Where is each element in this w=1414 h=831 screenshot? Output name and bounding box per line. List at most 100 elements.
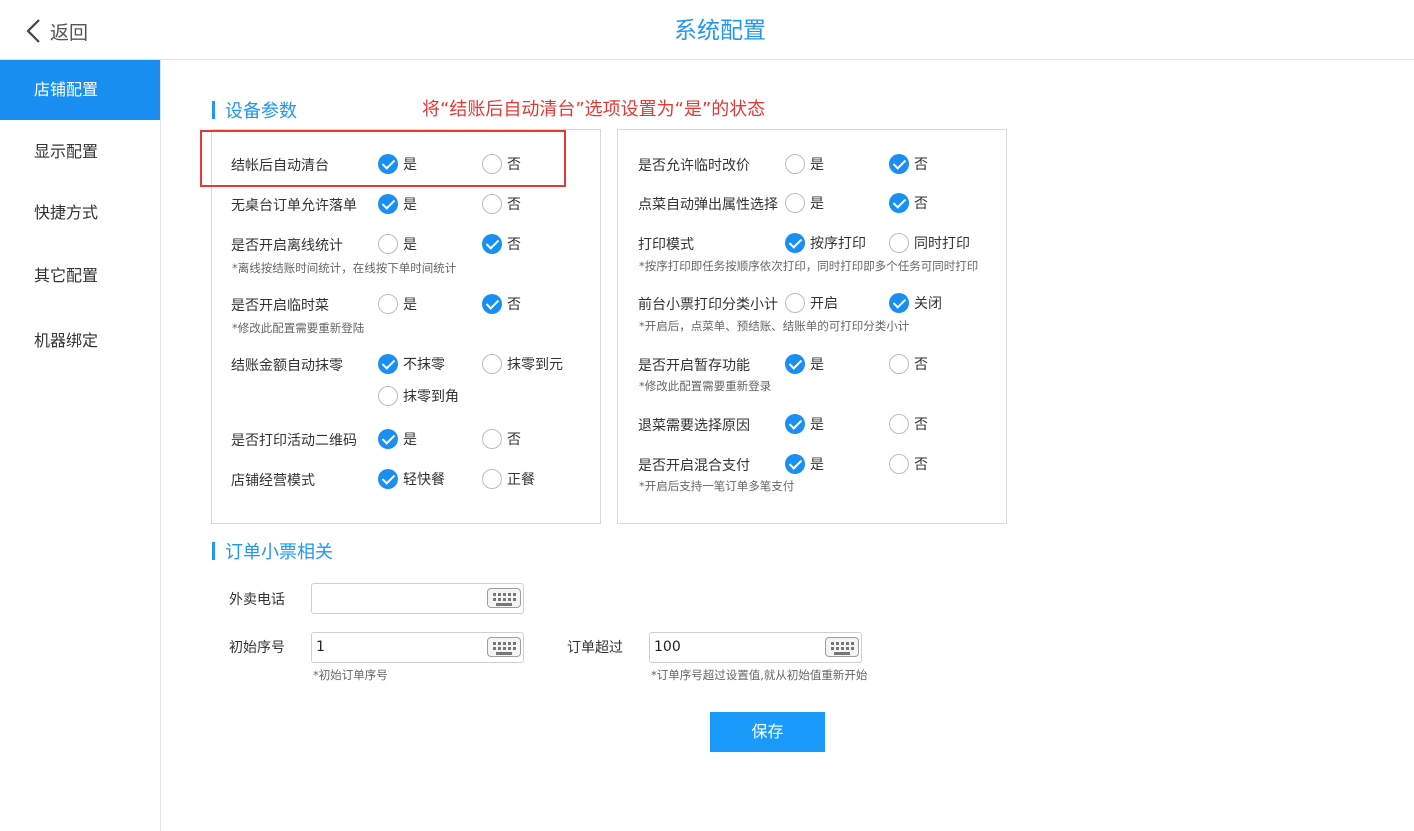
highlight-box <box>200 130 566 187</box>
left-setting-option[interactable]: 是 <box>378 429 417 449</box>
option-label: 同时打印 <box>914 236 970 252</box>
radio-checked-icon[interactable] <box>889 154 909 174</box>
radio-unchecked-icon[interactable] <box>785 193 805 213</box>
sidebar-item-shortcuts[interactable]: 快捷方式 <box>0 183 160 243</box>
right-setting-option[interactable]: 按序打印 <box>785 233 866 253</box>
delivery-phone-label: 外卖电话 <box>229 592 285 608</box>
left-setting-label: 是否开启临时菜 <box>231 298 329 314</box>
option-label: 否 <box>507 197 521 213</box>
delivery-phone-input[interactable] <box>311 583 524 614</box>
option-label: 不抹零 <box>403 357 445 373</box>
left-setting-option[interactable]: 否 <box>482 234 521 254</box>
sidebar-item-display-config[interactable]: 显示配置 <box>0 122 160 182</box>
radio-unchecked-icon[interactable] <box>889 354 909 374</box>
keyboard-icon[interactable] <box>487 588 521 608</box>
left-setting-option[interactable]: 抹零到角 <box>378 386 459 406</box>
right-setting-option[interactable]: 同时打印 <box>889 233 970 253</box>
option-label: 按序打印 <box>810 236 866 252</box>
radio-checked-icon[interactable] <box>785 233 805 253</box>
order-exceed-input[interactable]: 100 <box>649 632 862 663</box>
right-setting-option[interactable]: 是 <box>785 454 824 474</box>
option-label: 是 <box>403 432 417 448</box>
keyboard-icon[interactable] <box>487 637 521 657</box>
sidebar-item-machine-binding[interactable]: 机器绑定 <box>0 311 160 371</box>
radio-checked-icon[interactable] <box>785 354 805 374</box>
radio-checked-icon[interactable] <box>482 234 502 254</box>
left-setting-option[interactable]: 正餐 <box>482 469 535 489</box>
option-label: 轻快餐 <box>403 472 445 488</box>
option-label: 是 <box>810 457 824 473</box>
radio-unchecked-icon[interactable] <box>378 234 398 254</box>
radio-checked-icon[interactable] <box>378 194 398 214</box>
right-setting-option[interactable]: 是 <box>785 154 824 174</box>
right-setting-option[interactable]: 否 <box>889 354 928 374</box>
radio-unchecked-icon[interactable] <box>785 154 805 174</box>
right-setting-option[interactable]: 是 <box>785 414 824 434</box>
option-label: 否 <box>507 432 521 448</box>
left-setting-option[interactable]: 否 <box>482 194 521 214</box>
radio-checked-icon[interactable] <box>785 454 805 474</box>
radio-unchecked-icon[interactable] <box>482 429 502 449</box>
radio-checked-icon[interactable] <box>785 414 805 434</box>
right-setting-note: *开启后，点菜单、预结账、结账单的可打印分类小计 <box>639 319 910 333</box>
start-seq-label: 初始序号 <box>229 640 285 656</box>
right-setting-note: *修改此配置需要重新登录 <box>639 379 772 393</box>
radio-checked-icon[interactable] <box>378 429 398 449</box>
save-button[interactable]: 保存 <box>710 712 825 752</box>
radio-checked-icon[interactable] <box>378 469 398 489</box>
right-setting-option[interactable]: 关闭 <box>889 293 942 313</box>
left-setting-option[interactable]: 否 <box>482 429 521 449</box>
radio-unchecked-icon[interactable] <box>785 293 805 313</box>
start-seq-input[interactable]: 1 <box>311 632 524 663</box>
instruction-hint: 将“结账后自动清台”选项设置为“是”的状态 <box>422 99 766 120</box>
radio-unchecked-icon[interactable] <box>482 469 502 489</box>
option-label: 正餐 <box>507 472 535 488</box>
right-setting-option[interactable]: 是 <box>785 193 824 213</box>
option-label: 开启 <box>810 296 838 312</box>
sidebar-item-other-config[interactable]: 其它配置 <box>0 246 160 306</box>
radio-unchecked-icon[interactable] <box>889 414 909 434</box>
left-setting-option[interactable]: 轻快餐 <box>378 469 445 489</box>
radio-unchecked-icon[interactable] <box>378 386 398 406</box>
order-exceed-note: *订单序号超过设置值,就从初始值重新开始 <box>651 668 868 682</box>
left-setting-option[interactable]: 否 <box>482 294 521 314</box>
right-setting-option[interactable]: 否 <box>889 454 928 474</box>
right-setting-option[interactable]: 否 <box>889 414 928 434</box>
radio-checked-icon[interactable] <box>482 294 502 314</box>
left-setting-label: 无桌台订单允许落单 <box>231 198 357 214</box>
right-setting-option[interactable]: 否 <box>889 154 928 174</box>
radio-unchecked-icon[interactable] <box>889 233 909 253</box>
radio-unchecked-icon[interactable] <box>378 294 398 314</box>
order-exceed-label: 订单超过 <box>567 640 623 656</box>
section-title-device-text: 设备参数 <box>225 101 297 122</box>
option-label: 否 <box>914 417 928 433</box>
right-setting-label: 前台小票打印分类小计 <box>638 297 778 313</box>
radio-checked-icon[interactable] <box>889 293 909 313</box>
sidebar-item-store-config[interactable]: 店铺配置 <box>0 60 160 120</box>
radio-unchecked-icon[interactable] <box>889 454 909 474</box>
left-setting-option[interactable]: 是 <box>378 194 417 214</box>
radio-checked-icon[interactable] <box>889 193 909 213</box>
option-label: 抹零到角 <box>403 389 459 405</box>
option-label: 是 <box>810 417 824 433</box>
option-label: 是 <box>403 237 417 253</box>
option-label: 是 <box>403 297 417 313</box>
option-label: 否 <box>507 297 521 313</box>
radio-unchecked-icon[interactable] <box>482 194 502 214</box>
left-setting-option[interactable]: 不抹零 <box>378 354 445 374</box>
order-exceed-value: 100 <box>654 639 681 655</box>
right-setting-option[interactable]: 是 <box>785 354 824 374</box>
radio-unchecked-icon[interactable] <box>482 354 502 374</box>
right-setting-option[interactable]: 开启 <box>785 293 838 313</box>
left-setting-label: 是否开启离线统计 <box>231 238 343 254</box>
left-setting-option[interactable]: 是 <box>378 294 417 314</box>
start-seq-value: 1 <box>316 639 325 655</box>
option-label: 否 <box>914 157 928 173</box>
section-title-order-text: 订单小票相关 <box>225 542 333 563</box>
keyboard-icon[interactable] <box>825 637 859 657</box>
left-setting-option[interactable]: 是 <box>378 234 417 254</box>
right-setting-option[interactable]: 否 <box>889 193 928 213</box>
left-setting-option[interactable]: 抹零到元 <box>482 354 563 374</box>
radio-checked-icon[interactable] <box>378 354 398 374</box>
left-setting-label: 结账金额自动抹零 <box>231 358 343 374</box>
